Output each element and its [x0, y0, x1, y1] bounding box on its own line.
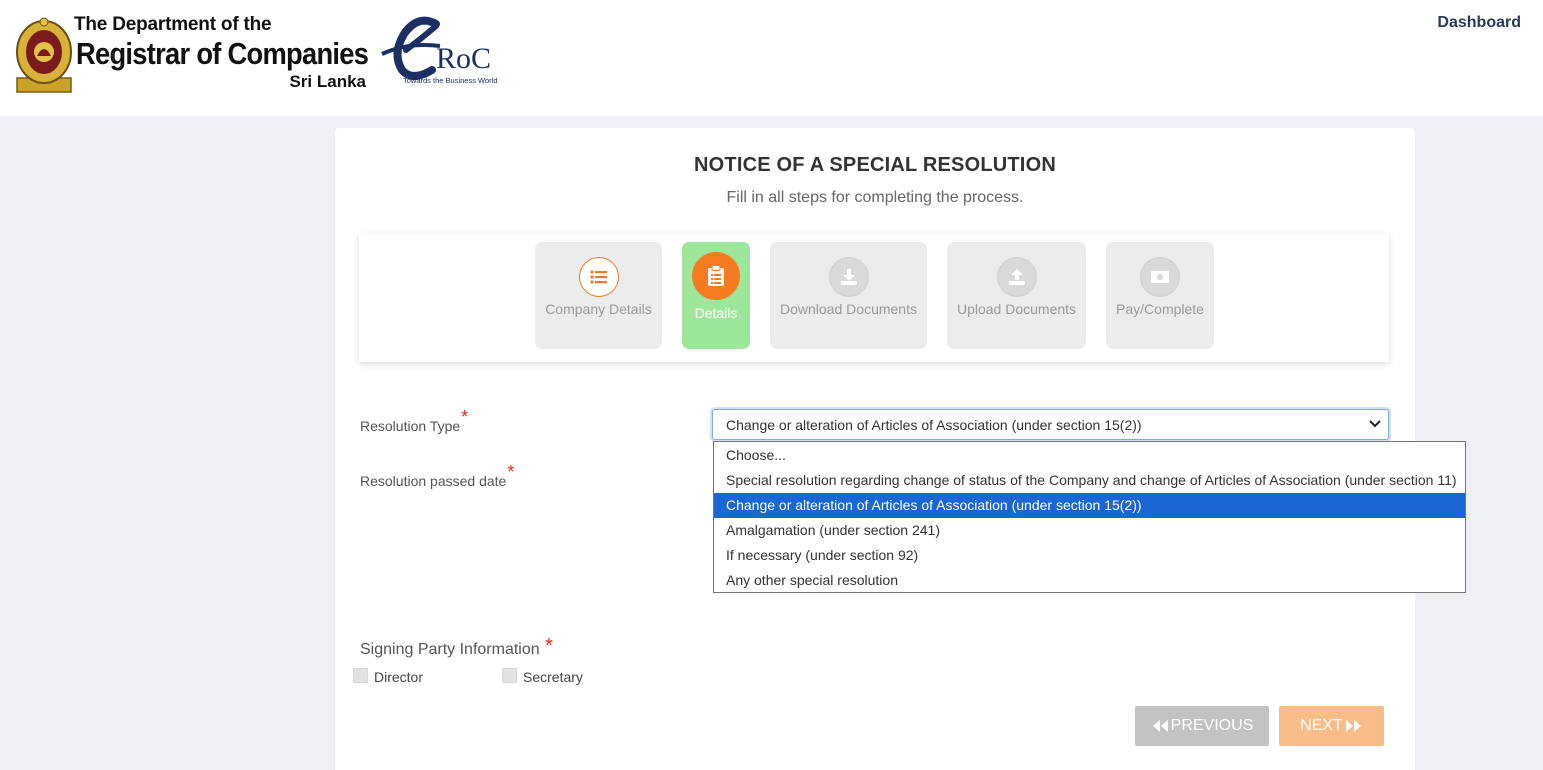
- step-label: Download Documents: [780, 301, 917, 317]
- next-label: NEXT: [1300, 717, 1343, 734]
- secretary-label: Secretary: [523, 669, 583, 685]
- resolution-type-select[interactable]: Change or alteration of Articles of Asso…: [712, 409, 1389, 440]
- previous-button[interactable]: PREVIOUS: [1135, 706, 1269, 746]
- next-button[interactable]: NEXT: [1279, 706, 1384, 746]
- step-details[interactable]: Details: [682, 242, 750, 349]
- signing-party-title: Signing Party Information *: [360, 635, 553, 660]
- step-label: Pay/Complete: [1116, 301, 1204, 317]
- resolution-type-label-text: Resolution Type: [360, 418, 461, 434]
- step-upload-documents[interactable]: Upload Documents: [947, 242, 1086, 349]
- required-mark: *: [545, 635, 553, 657]
- eroc-logo: RoC Towards the Business World: [378, 16, 510, 90]
- option-section-11[interactable]: Special resolution regarding change of s…: [714, 468, 1465, 493]
- step-download-documents[interactable]: Download Documents: [770, 242, 927, 349]
- site-header: The Department of the Registrar of Compa…: [0, 0, 1543, 116]
- step-label: Details: [694, 305, 738, 321]
- required-mark: *: [507, 462, 515, 482]
- director-label: Director: [374, 669, 424, 685]
- resolution-type-label: Resolution Type*: [360, 407, 468, 436]
- step-company-details[interactable]: Company Details: [535, 242, 662, 349]
- option-section-92[interactable]: If necessary (under section 92): [714, 543, 1465, 568]
- checkbox-box[interactable]: [502, 668, 517, 683]
- eroc-text: RoC: [436, 42, 492, 75]
- upload-icon: [996, 257, 1037, 297]
- chevron-down-icon: [1369, 420, 1381, 428]
- step-pay-complete[interactable]: Pay/Complete: [1106, 242, 1214, 349]
- page-subtitle: Fill in all steps for completing the pro…: [726, 189, 1024, 206]
- checkbox-box[interactable]: [353, 668, 368, 683]
- download-icon: [828, 257, 869, 297]
- signing-party-title-text: Signing Party Information: [360, 641, 540, 658]
- option-section-241[interactable]: Amalgamation (under section 241): [714, 518, 1465, 543]
- eroc-tagline: Towards the Business World: [403, 76, 498, 85]
- resolution-type-selected-value: Change or alteration of Articles of Asso…: [726, 417, 1142, 433]
- brand-line-2: Registrar of Companies: [76, 36, 369, 71]
- resolution-date-label: Resolution passed date*: [360, 462, 514, 491]
- option-choose[interactable]: Choose...: [714, 443, 1465, 468]
- step-label: Company Details: [545, 301, 652, 317]
- resolution-date-label-text: Resolution passed date: [360, 473, 507, 489]
- wizard-steps: Company Details Details Download Documen…: [359, 234, 1389, 362]
- double-chevron-left-icon: [1152, 720, 1168, 732]
- clipboard-icon: [692, 252, 740, 300]
- dashboard-link[interactable]: Dashboard: [1437, 14, 1521, 32]
- brand-title: The Department of the Registrar of Compa…: [74, 12, 370, 96]
- required-mark: *: [461, 407, 469, 427]
- double-chevron-right-icon: [1345, 720, 1361, 732]
- option-other[interactable]: Any other special resolution: [714, 568, 1465, 593]
- list-icon: [578, 257, 619, 297]
- option-section-15-2[interactable]: Change or alteration of Articles of Asso…: [714, 493, 1465, 518]
- brand-line-1: The Department of the: [74, 14, 272, 35]
- previous-label: PREVIOUS: [1170, 717, 1254, 734]
- page-title: NOTICE OF A SPECIAL RESOLUTION: [694, 154, 1056, 176]
- step-label: Upload Documents: [956, 301, 1077, 317]
- sri-lanka-emblem-icon: [16, 17, 72, 93]
- resolution-type-options: Choose... Special resolution regarding c…: [713, 441, 1466, 593]
- brand-line-3: Sri Lanka: [289, 72, 366, 91]
- form-card: NOTICE OF A SPECIAL RESOLUTION Fill in a…: [335, 128, 1466, 770]
- money-icon: [1140, 257, 1180, 297]
